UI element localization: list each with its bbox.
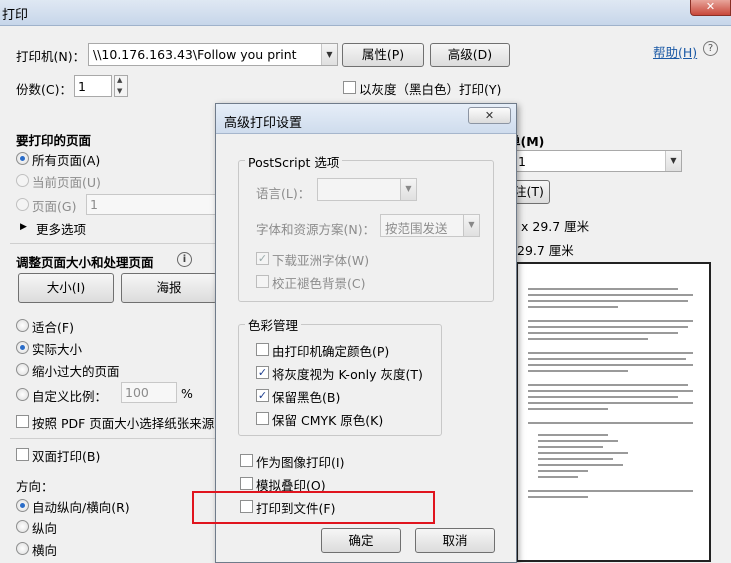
correct-gray-background-checkbox[interactable] bbox=[256, 275, 269, 288]
auto-orientation-label: 自动纵向/横向(R) bbox=[32, 500, 130, 515]
fit-radio[interactable] bbox=[16, 319, 29, 332]
copies-label: 份数(C)： bbox=[16, 82, 72, 97]
page-range-radio[interactable] bbox=[16, 198, 29, 211]
duplex-label: 双面打印(B) bbox=[32, 449, 101, 464]
preserve-black-checkbox[interactable]: ✓ bbox=[256, 389, 269, 402]
grayscale-label: 以灰度（黑白色）打印(Y) bbox=[359, 82, 502, 97]
chevron-down-icon: ▼ bbox=[400, 179, 416, 200]
divider bbox=[10, 438, 216, 439]
orientation-heading: 方向： bbox=[16, 479, 54, 494]
copies-input[interactable]: 1 bbox=[74, 75, 112, 97]
color-management-title: 色彩管理 bbox=[245, 315, 302, 334]
portrait-radio[interactable] bbox=[16, 520, 29, 533]
pages-heading: 要打印的页面 bbox=[16, 133, 92, 148]
actual-size-radio[interactable] bbox=[16, 341, 29, 354]
preserve-cmyk-checkbox[interactable] bbox=[256, 412, 269, 425]
page-range-input[interactable]: 1 bbox=[86, 194, 216, 215]
shrink-radio[interactable] bbox=[16, 363, 29, 376]
size-button[interactable]: 大小(I) bbox=[18, 273, 114, 303]
advanced-button[interactable]: 高级(D) bbox=[430, 43, 510, 67]
auto-orientation-radio[interactable] bbox=[16, 499, 29, 512]
print-as-image-label: 作为图像打印(I) bbox=[256, 455, 345, 470]
pdf-paper-source-checkbox[interactable] bbox=[16, 415, 29, 428]
font-scheme-value: 按范围发送 bbox=[385, 221, 448, 236]
portrait-label: 纵向 bbox=[32, 521, 58, 536]
printer-value: \\10.176.163.43\Follow you print bbox=[93, 47, 297, 62]
preserve-black-label: 保留黑色(B) bbox=[272, 390, 341, 405]
chevron-down-icon: ▼ bbox=[321, 44, 337, 65]
duplex-checkbox[interactable] bbox=[16, 448, 29, 461]
all-pages-label: 所有页面(A) bbox=[32, 153, 101, 168]
copies-stepper[interactable]: ▲ ▼ bbox=[114, 75, 128, 97]
correct-gray-background-label: 校正褪色背景(C) bbox=[272, 276, 366, 291]
landscape-label: 横向 bbox=[32, 543, 58, 558]
landscape-radio[interactable] bbox=[16, 542, 29, 555]
printer-select[interactable]: \\10.176.163.43\Follow you print ▼ bbox=[88, 43, 338, 66]
language-label: 语言(L)： bbox=[256, 186, 311, 201]
konly-gray-label: 将灰度视为 K-only 灰度(T) bbox=[272, 367, 423, 382]
arrow-down-icon[interactable]: ▼ bbox=[117, 87, 122, 95]
actual-size-label: 实际大小 bbox=[32, 342, 83, 357]
chevron-down-icon: ▼ bbox=[665, 151, 681, 171]
printer-color-label: 由打印机确定颜色(P) bbox=[272, 344, 390, 359]
language-select[interactable]: ▼ bbox=[317, 178, 417, 201]
font-scheme-label: 字体和资源方案(N)： bbox=[256, 222, 376, 237]
page-range-label: 页面(G) bbox=[32, 199, 77, 214]
window-close-button[interactable]: ✕ bbox=[690, 0, 731, 16]
help-icon[interactable]: ? bbox=[703, 41, 718, 56]
pdf-paper-source-label: 按照 PDF 页面大小选择纸张来源(Z) bbox=[32, 416, 233, 431]
help-link[interactable]: 帮助(H) bbox=[653, 42, 697, 61]
custom-scale-input[interactable]: 100 bbox=[121, 382, 177, 403]
paper-size-line-2: 29.7 厘米 bbox=[517, 243, 574, 258]
download-asian-fonts-checkbox[interactable]: ✓ bbox=[256, 252, 269, 265]
printer-color-checkbox[interactable] bbox=[256, 343, 269, 356]
download-asian-fonts-label: 下载亚洲字体(W) bbox=[272, 253, 370, 268]
properties-button[interactable]: 属性(P) bbox=[342, 43, 424, 67]
dialog-title: 高级打印设置 bbox=[224, 116, 303, 131]
print-as-image-checkbox[interactable] bbox=[240, 454, 253, 467]
current-page-radio[interactable] bbox=[16, 174, 29, 187]
postscript-group-title: PostScript 选项 bbox=[245, 152, 343, 171]
comments-select-value: 1 bbox=[518, 154, 526, 169]
shrink-label: 缩小过大的页面 bbox=[32, 364, 120, 379]
page-range-value: 1 bbox=[90, 197, 98, 212]
fit-label: 适合(F) bbox=[32, 320, 74, 335]
more-options-link[interactable]: 更多选项 bbox=[36, 219, 86, 238]
custom-scale-radio[interactable] bbox=[16, 388, 29, 401]
current-page-label: 当前页面(U) bbox=[32, 175, 101, 190]
arrow-up-icon[interactable]: ▲ bbox=[117, 76, 122, 84]
cancel-button[interactable]: 取消 bbox=[415, 528, 495, 553]
paper-size-line-1: x 29.7 厘米 bbox=[521, 219, 590, 234]
ok-button[interactable]: 确定 bbox=[321, 528, 401, 553]
font-scheme-select[interactable]: 按范围发送 ▼ bbox=[380, 214, 480, 237]
grayscale-checkbox[interactable] bbox=[343, 81, 356, 94]
konly-gray-checkbox[interactable]: ✓ bbox=[256, 366, 269, 379]
info-icon[interactable]: i bbox=[177, 252, 192, 267]
comments-select[interactable]: 1 ▼ bbox=[508, 150, 682, 172]
chevron-down-icon: ▼ bbox=[463, 215, 479, 236]
highlight-box bbox=[192, 491, 435, 524]
printer-label: 打印机(N)： bbox=[16, 49, 86, 64]
simulate-overprint-checkbox[interactable] bbox=[240, 477, 253, 490]
copies-value: 1 bbox=[78, 79, 86, 94]
divider bbox=[10, 243, 216, 244]
triangle-right-icon[interactable]: ▶ bbox=[20, 222, 27, 232]
poster-button[interactable]: 海报 bbox=[121, 273, 217, 303]
all-pages-radio[interactable] bbox=[16, 152, 29, 165]
window-title: 打印 bbox=[2, 8, 29, 23]
title-bar bbox=[0, 0, 731, 26]
preserve-cmyk-label: 保留 CMYK 原色(K) bbox=[272, 413, 384, 428]
percent-label: % bbox=[181, 386, 193, 401]
dialog-close-button[interactable]: ✕ bbox=[468, 107, 511, 124]
print-preview-page bbox=[516, 262, 711, 562]
custom-scale-value: 100 bbox=[125, 385, 149, 400]
sizing-heading: 调整页面大小和处理页面 bbox=[16, 255, 154, 270]
custom-scale-label: 自定义比例： bbox=[32, 389, 108, 404]
